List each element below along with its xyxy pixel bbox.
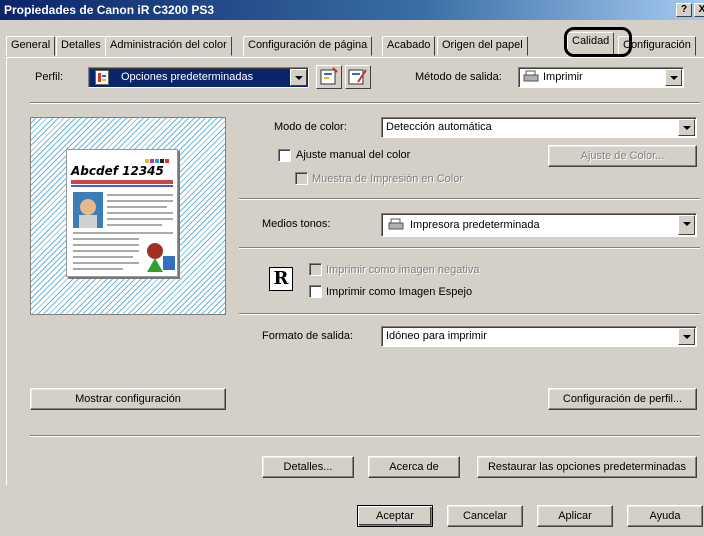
ok-button[interactable]: Aceptar (357, 505, 433, 527)
text-line (73, 232, 173, 234)
color-sample-checkbox[interactable] (295, 172, 308, 185)
preview-bar-2 (71, 185, 173, 187)
halftones-label: Medios tonos: (262, 218, 331, 230)
profile-value: Opciones predeterminadas (121, 71, 254, 83)
separator (239, 247, 700, 249)
text-line (73, 268, 123, 270)
text-line (73, 244, 139, 246)
close-title-button[interactable]: X (694, 3, 704, 17)
output-format-select[interactable]: Idóneo para imprimir (381, 326, 697, 347)
help-button[interactable]: Ayuda (627, 505, 703, 527)
text-line (107, 218, 173, 220)
halftones-select[interactable]: Impresora predeterminada (381, 213, 697, 237)
text-line (107, 224, 162, 226)
profile-icon (95, 70, 109, 85)
output-format-label: Formato de salida: (262, 330, 354, 342)
details-button[interactable]: Detalles... (262, 456, 354, 478)
preview-page: Abcdef 12345 (66, 149, 178, 277)
preview-shapes (143, 242, 177, 277)
manual-color-checkbox[interactable] (278, 149, 291, 162)
edit-profile-icon (348, 69, 367, 85)
tab-general[interactable]: General (6, 36, 56, 56)
apply-button[interactable]: Aplicar (537, 505, 613, 527)
manual-color-label: Ajuste manual del color (296, 149, 411, 161)
negative-checkbox[interactable] (309, 263, 322, 276)
tab-details[interactable]: Detalles (56, 36, 106, 56)
tab-paper-source[interactable]: Origen del papel (437, 36, 528, 56)
color-mode-value: Detección automática (386, 121, 492, 133)
text-line (107, 212, 173, 214)
edit-profile-icon-button[interactable] (345, 65, 371, 89)
text-line (73, 256, 133, 258)
add-profile-icon (320, 67, 338, 85)
tab-quality[interactable]: Calidad (567, 32, 615, 56)
add-profile-icon-button[interactable] (316, 65, 342, 89)
text-line (107, 200, 173, 202)
negative-label: Imprimir como imagen negativa (326, 264, 480, 276)
profile-label: Perfil: (35, 71, 64, 83)
text-line (73, 238, 139, 240)
output-method-value: Imprimir (543, 71, 583, 83)
tab-strip: General Detalles Administración del colo… (6, 26, 704, 56)
color-sample-label: Muestra de Impresión en Color (312, 173, 464, 185)
cancel-button[interactable]: Cancelar (447, 505, 523, 527)
separator (239, 313, 700, 315)
help-title-button[interactable]: ? (676, 3, 692, 17)
preview-photo (73, 192, 103, 228)
window-title: Propiedades de Canon iR C3200 PS3 (4, 3, 215, 17)
tab-configuration[interactable]: Configuración (618, 36, 696, 56)
output-format-dropdown-arrow[interactable] (678, 328, 695, 345)
halftones-value: Impresora predeterminada (410, 219, 540, 231)
tab-color-management[interactable]: Administración del color (105, 36, 232, 56)
color-mode-label: Modo de color: (274, 121, 347, 133)
about-button[interactable]: Acerca de (368, 456, 460, 478)
printer-icon (388, 218, 404, 235)
profile-settings-button[interactable]: Configuración de perfil... (548, 388, 697, 410)
text-line (73, 262, 139, 264)
output-method-label: Método de salida: (415, 71, 502, 83)
separator (30, 435, 700, 437)
color-mode-dropdown-arrow[interactable] (678, 119, 695, 136)
halftones-dropdown-arrow[interactable] (678, 215, 695, 235)
restore-defaults-button[interactable]: Restaurar las opciones predeterminadas (477, 456, 697, 478)
title-bar: Propiedades de Canon iR C3200 PS3 ? X (0, 0, 704, 20)
printer-icon (523, 70, 539, 87)
color-settings-button[interactable]: Ajuste de Color... (548, 145, 697, 167)
separator (30, 102, 700, 104)
profile-select[interactable]: Opciones predeterminadas (88, 67, 309, 88)
show-settings-button[interactable]: Mostrar configuración (30, 388, 226, 410)
output-format-value: Idóneo para imprimir (386, 330, 487, 342)
text-line (107, 194, 173, 196)
mirror-preview-icon: R (269, 267, 293, 291)
tab-finishing[interactable]: Acabado (382, 36, 436, 56)
color-mode-select[interactable]: Detección automática (381, 117, 697, 138)
preview-bar (71, 180, 173, 184)
text-line (73, 250, 139, 252)
mirror-checkbox[interactable] (309, 285, 322, 298)
output-method-dropdown-arrow[interactable] (665, 69, 682, 86)
output-method-select[interactable]: Imprimir (518, 67, 684, 88)
preview-sample-text: Abcdef 12345 (71, 164, 164, 178)
profile-dropdown-arrow[interactable] (290, 69, 307, 86)
separator (239, 198, 700, 200)
text-line (107, 206, 167, 208)
mirror-label: Imprimir como Imagen Espejo (326, 286, 473, 298)
tab-page-setup[interactable]: Configuración de página (243, 36, 373, 56)
